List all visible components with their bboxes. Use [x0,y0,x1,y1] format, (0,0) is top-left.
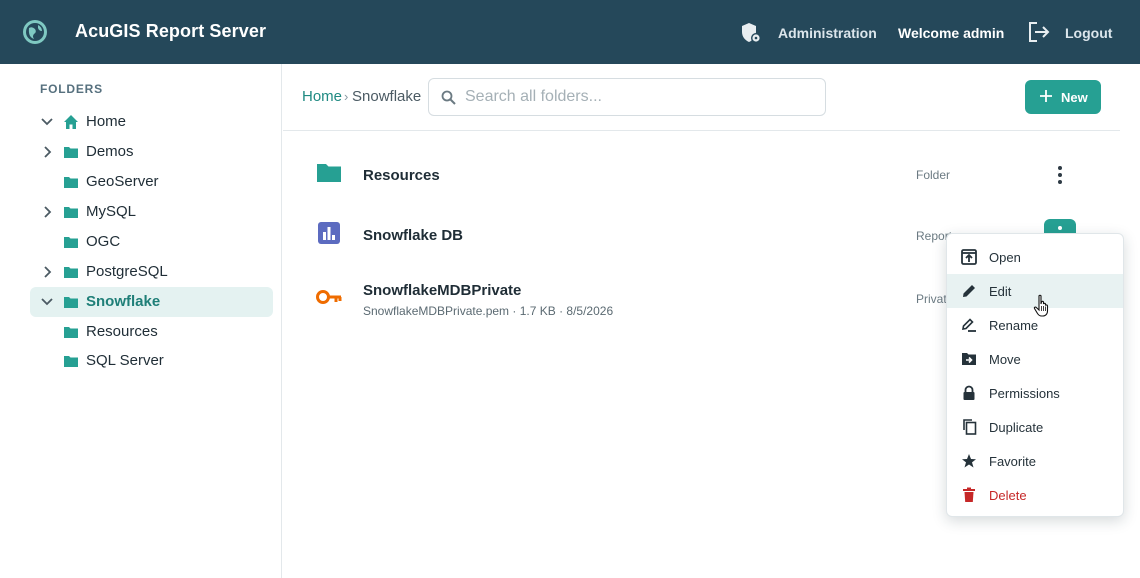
chevron-right-icon[interactable] [40,205,54,219]
sidebar-item-demos[interactable]: Demos [30,137,273,167]
sidebar-item-label: OGC [86,233,121,250]
menu-item-delete[interactable]: Delete [947,478,1123,512]
hand-cursor-icon [1033,294,1049,317]
sidebar-item-ogc[interactable]: OGC [30,227,273,257]
sidebar-item-label: MySQL [86,203,137,220]
menu-item-move[interactable]: Move [947,342,1123,376]
list-item[interactable]: Resources Folder [300,150,1100,200]
item-name[interactable]: Resources [363,167,440,184]
folder-icon [64,207,78,218]
sidebar-item-label: Resources [86,323,158,340]
home-icon [64,115,78,129]
breadcrumb-current: Snowflake [352,88,422,105]
folders-heading: FOLDERS [40,82,103,96]
kebab-dot [1058,173,1062,177]
new-button-label: New [1061,90,1088,105]
menu-item-label: Rename [989,318,1039,333]
main-toolbar: Home › Snowflake New [283,64,1120,131]
admin-shield-icon[interactable] [740,22,762,44]
move-folder-icon [962,353,976,365]
sidebar-item-sql-server[interactable]: SQL Server [30,346,273,376]
sidebar-item-postgresql[interactable]: PostgreSQL [30,257,273,287]
kebab-dot [1058,166,1062,170]
plus-icon [1040,90,1052,102]
globe-icon[interactable] [22,19,48,45]
trash-icon [963,487,975,502]
folder-icon [64,267,78,278]
search-icon [441,90,456,105]
menu-item-label: Move [989,352,1021,367]
folder-sidebar: FOLDERS Home Demos GeoServer MySQL OGC P… [0,64,282,578]
key-icon [316,290,342,304]
folder-icon [64,147,78,158]
sidebar-item-label: Home [86,113,127,130]
sidebar-item-label: SQL Server [86,352,164,369]
context-menu: Open Edit Rename Move Permissions Duplic… [946,233,1124,517]
chevron-right-icon[interactable] [40,265,54,279]
report-chart-icon [318,222,340,244]
menu-item-permissions[interactable]: Permissions [947,376,1123,410]
app-header: AcuGIS Report Server Administration Welc… [0,0,1140,64]
logout-link[interactable]: Logout [1065,25,1112,41]
welcome-text: Welcome admin [898,25,1005,41]
item-meta: SnowflakeMDBPrivate.pem · 1.7 KB · 8/5/2… [363,304,614,318]
sidebar-item-label: Demos [86,143,134,160]
menu-item-label: Edit [989,284,1012,299]
folder-icon [64,177,78,188]
new-button[interactable]: New [1025,80,1101,114]
open-icon [961,249,977,265]
menu-item-label: Favorite [989,454,1036,469]
kebab-dot [1058,226,1062,230]
rename-icon [962,318,976,332]
menu-item-open[interactable]: Open [947,240,1123,274]
chevron-down-icon[interactable] [40,115,54,129]
folder-icon [64,356,78,367]
item-name[interactable]: SnowflakeMDBPrivate [363,282,521,299]
breadcrumb-home[interactable]: Home [302,88,342,105]
more-options-button[interactable] [1044,159,1076,191]
search-input[interactable] [465,80,815,114]
folder-icon [317,164,341,182]
sidebar-item-home[interactable]: Home [30,107,273,137]
app-title[interactable]: AcuGIS Report Server [75,21,266,42]
menu-item-label: Duplicate [989,420,1044,435]
menu-item-label: Delete [989,488,1027,503]
chevron-down-icon[interactable] [40,295,54,309]
folder-icon [64,297,78,308]
pencil-icon [963,285,975,297]
sidebar-item-label: PostgreSQL [86,263,168,280]
sidebar-item-snowflake[interactable]: Snowflake [30,287,273,317]
sidebar-item-resources[interactable]: Resources [30,317,273,347]
folder-icon [64,327,78,338]
sidebar-item-mysql[interactable]: MySQL [30,197,273,227]
chevron-right-icon[interactable] [40,145,54,159]
kebab-dot [1058,180,1062,184]
sidebar-item-label: GeoServer [86,173,159,190]
lock-icon [963,385,975,400]
breadcrumb-separator: › [344,89,349,104]
menu-item-label: Permissions [989,386,1060,401]
menu-item-favorite[interactable]: Favorite [947,444,1123,478]
sidebar-item-label: Snowflake [86,293,161,310]
logout-icon[interactable] [1027,21,1051,43]
sidebar-item-geoserver[interactable]: GeoServer [30,167,273,197]
search-box[interactable] [428,78,826,116]
folder-icon [64,237,78,248]
menu-item-label: Open [989,250,1021,265]
item-type: Folder [916,168,951,182]
administration-link[interactable]: Administration [778,25,877,41]
star-icon [962,454,976,468]
duplicate-icon [963,419,977,435]
menu-item-duplicate[interactable]: Duplicate [947,410,1123,444]
item-name[interactable]: Snowflake DB [363,227,463,244]
